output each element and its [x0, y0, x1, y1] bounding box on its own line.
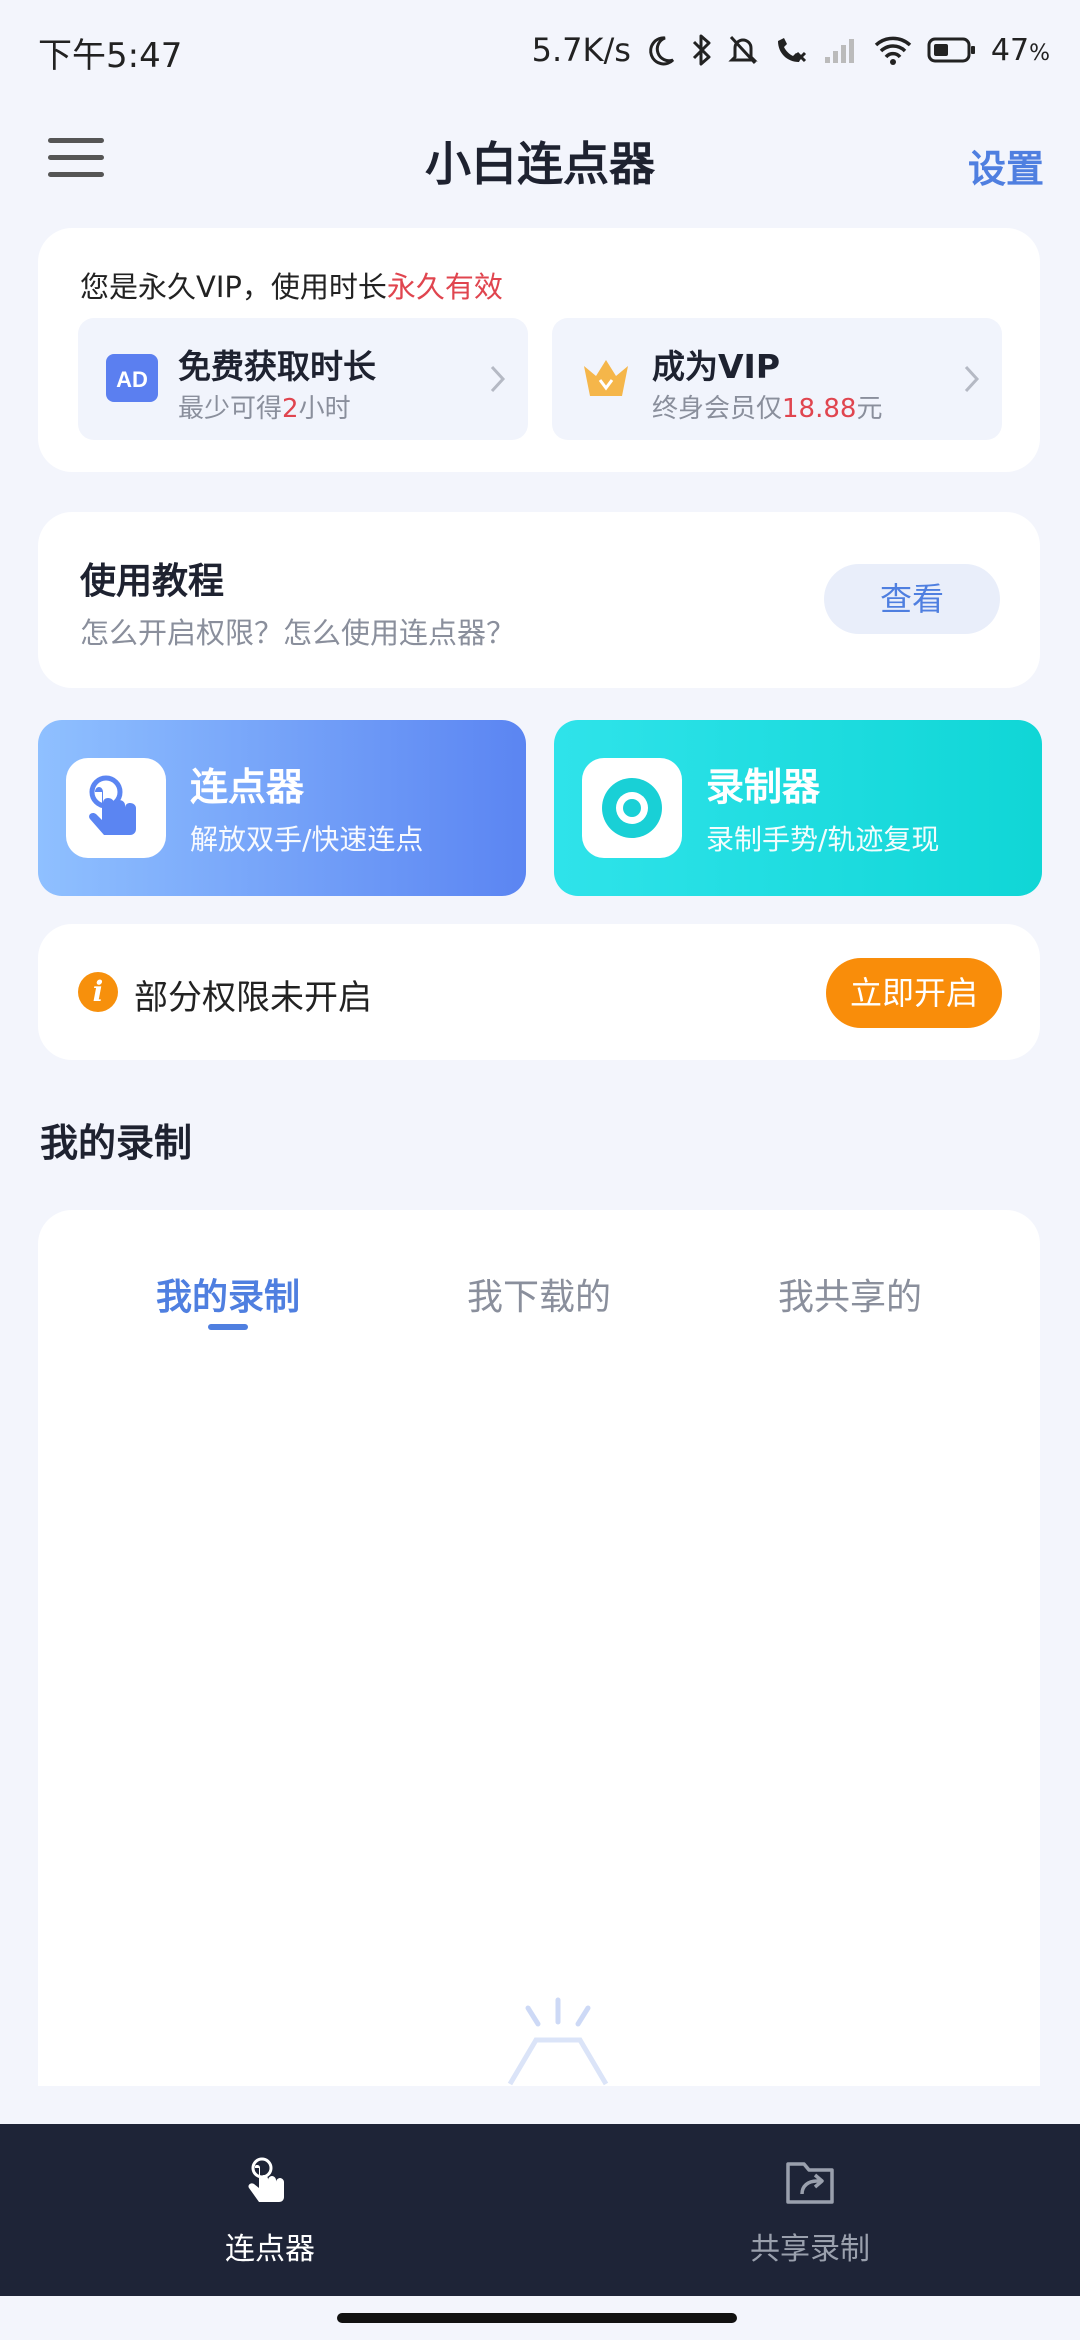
svg-text:AD: AD	[116, 367, 148, 392]
recorder-feature-card[interactable]: 录制器 录制手势/轨迹复现	[554, 720, 1042, 896]
net-speed: 5.7K/s	[531, 31, 631, 69]
permission-card: i 部分权限未开启 立即开启	[38, 924, 1040, 1060]
chevron-right-icon	[490, 365, 506, 393]
nav-label-shared-records: 共享录制	[750, 2232, 870, 2267]
crown-icon	[584, 360, 628, 396]
free-time-title: 免费获取时长	[178, 347, 376, 386]
tutorial-title: 使用教程	[80, 561, 225, 602]
clicker-subtitle: 解放双手/快速连点	[190, 823, 424, 856]
settings-button[interactable]: 设置	[968, 138, 1044, 193]
permission-text: 部分权限未开启	[134, 978, 372, 1018]
ad-icon: AD	[106, 354, 158, 402]
status-icons: 5.7K/s 47%	[532, 22, 1050, 78]
battery-percent: 47%	[990, 32, 1050, 68]
empty-box-icon	[507, 1997, 609, 2086]
home-indicator[interactable]	[337, 2313, 737, 2323]
record-icon	[582, 758, 682, 858]
free-time-subtitle: 最少可得2小时	[178, 394, 351, 424]
clicker-title: 连点器	[190, 765, 305, 809]
enable-permission-button[interactable]: 立即开启	[826, 958, 1002, 1028]
vip-card: 您是永久VIP，使用时长永久有效 AD 免费获取时长 最少可得2小时 成为VIP…	[38, 228, 1040, 472]
tab-my-records[interactable]: 我的录制	[63, 1268, 393, 1320]
recorder-title: 录制器	[706, 765, 821, 809]
bell-muted-icon	[728, 35, 758, 65]
tab-downloaded[interactable]: 我下载的	[374, 1268, 704, 1320]
view-tutorial-button[interactable]: 查看	[824, 564, 1000, 634]
nav-label-clicker: 连点器	[225, 2232, 315, 2267]
status-time: 下午5:47	[38, 36, 183, 76]
tab-shared[interactable]: 我共享的	[685, 1268, 1015, 1320]
tap-hand-icon	[248, 2157, 284, 2202]
nav-item-clicker[interactable]: 连点器	[120, 2154, 420, 2268]
moon-icon	[649, 36, 674, 66]
battery-icon	[927, 37, 975, 63]
wifi-icon	[874, 36, 912, 65]
free-time-tile[interactable]: AD 免费获取时长 最少可得2小时	[78, 318, 528, 440]
info-icon: i	[78, 972, 118, 1012]
tap-hand-icon	[66, 758, 166, 858]
missed-call-icon	[777, 38, 806, 63]
clicker-feature-card[interactable]: 连点器 解放双手/快速连点	[38, 720, 526, 896]
tutorial-subtitle: 怎么开启权限？怎么使用连点器？	[80, 616, 516, 650]
tutorial-card: 使用教程 怎么开启权限？怎么使用连点器？ 查看	[38, 512, 1040, 688]
bluetooth-icon	[692, 34, 711, 66]
records-section-title: 我的录制	[40, 1121, 193, 1165]
status-bar: 下午5:47 5.7K/s 47%	[0, 0, 1080, 100]
recorder-subtitle: 录制手势/轨迹复现	[706, 823, 940, 856]
signal-icon	[824, 39, 854, 63]
become-vip-tile[interactable]: 成为VIP 终身会员仅18.88元	[552, 318, 1002, 440]
vip-status-text: 您是永久VIP，使用时长永久有效	[80, 270, 503, 304]
records-card: 我的录制 我下载的 我共享的	[38, 1210, 1040, 2086]
bottom-nav: 连点器 共享录制	[0, 2124, 1080, 2296]
nav-item-shared-records[interactable]: 共享录制	[660, 2154, 960, 2268]
become-vip-title: 成为VIP	[652, 347, 781, 386]
chevron-right-icon	[964, 365, 980, 393]
become-vip-subtitle: 终身会员仅18.88元	[652, 394, 883, 424]
app-title: 小白连点器	[425, 137, 655, 191]
tab-indicator	[208, 1324, 248, 1330]
share-folder-icon	[786, 2162, 834, 2204]
